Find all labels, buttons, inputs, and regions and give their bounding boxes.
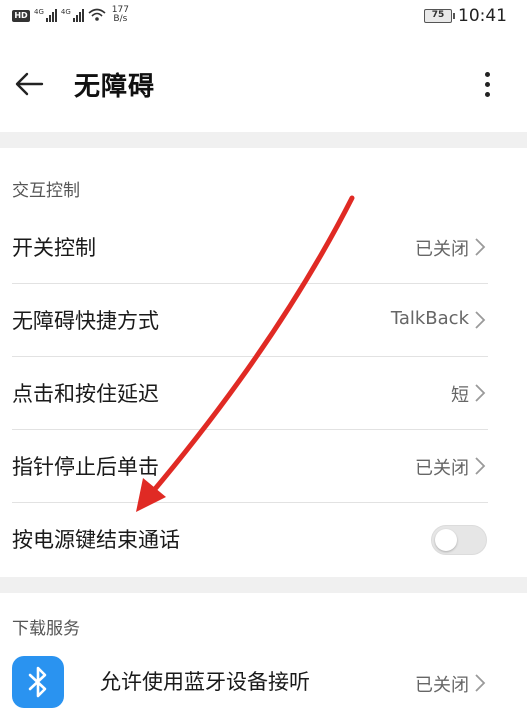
row-value: 短 <box>451 385 469 406</box>
cellular-signal-icon: 4G <box>34 8 57 22</box>
dot-icon <box>484 81 490 87</box>
row-value: TalkBack <box>390 308 469 329</box>
section-header-download: 下载服务 <box>12 619 80 639</box>
battery-level: 75 <box>431 10 445 20</box>
settings-row-accessibility-shortcut[interactable]: 无障碍快捷方式 TalkBack <box>0 283 527 356</box>
bluetooth-icon <box>12 656 64 708</box>
settings-row-dwell-click[interactable]: 指针停止后单击 已关闭 <box>0 429 527 502</box>
row-value: 已关闭 <box>415 458 469 479</box>
chevron-right-icon <box>475 311 486 329</box>
chevron-right-icon <box>475 238 486 256</box>
settings-row-power-ends-call: 按电源键结束通话 <box>0 502 527 575</box>
more-options-button[interactable] <box>477 64 497 104</box>
row-value: 已关闭 <box>415 239 469 260</box>
row-value: 已关闭 <box>415 675 469 696</box>
status-right: 75 10:41 <box>424 6 507 26</box>
clock: 10:41 <box>458 6 507 26</box>
row-label: 按电源键结束通话 <box>12 528 180 552</box>
settings-row-bluetooth-answer[interactable]: 允许使用蓝牙设备接听 已关闭 <box>0 646 527 713</box>
status-bar: HD 4G 4G 1 177 B/s 75 10:41 <box>0 0 527 36</box>
cellular-signal-icon: 4G <box>61 8 84 22</box>
section-separator <box>0 577 527 593</box>
app-bar: 无障碍 <box>0 46 527 120</box>
chevron-right-icon <box>475 384 486 402</box>
row-label: 指针停止后单击 <box>12 455 159 479</box>
toggle-knob <box>435 529 457 551</box>
power-ends-call-toggle[interactable] <box>431 525 487 555</box>
row-label: 无障碍快捷方式 <box>12 309 159 333</box>
chevron-right-icon <box>475 674 486 692</box>
battery-icon: 75 <box>424 9 455 23</box>
row-label: 允许使用蓝牙设备接听 <box>100 670 310 694</box>
hd-badge-icon: HD <box>12 10 30 22</box>
page-title: 无障碍 <box>74 72 156 102</box>
signal-label: 4G <box>34 8 44 16</box>
network-speed: 1 177 B/s <box>112 6 129 24</box>
section-separator <box>0 132 527 148</box>
row-label: 点击和按住延迟 <box>12 382 159 406</box>
status-left: HD 4G 4G 1 177 B/s <box>12 6 129 24</box>
dot-icon <box>484 71 490 77</box>
net-speed-unit: B/s <box>113 14 128 24</box>
back-button[interactable] <box>10 64 50 104</box>
chevron-right-icon <box>475 457 486 475</box>
row-label: 开关控制 <box>12 236 96 260</box>
dot-icon <box>484 91 490 97</box>
wifi-icon <box>88 8 106 21</box>
section-header-interaction: 交互控制 <box>12 181 80 201</box>
arrow-left-icon <box>15 72 44 96</box>
signal-label: 4G <box>60 8 71 16</box>
settings-row-touch-hold-delay[interactable]: 点击和按住延迟 短 <box>0 356 527 429</box>
settings-row-switch-control[interactable]: 开关控制 已关闭 <box>0 210 527 283</box>
